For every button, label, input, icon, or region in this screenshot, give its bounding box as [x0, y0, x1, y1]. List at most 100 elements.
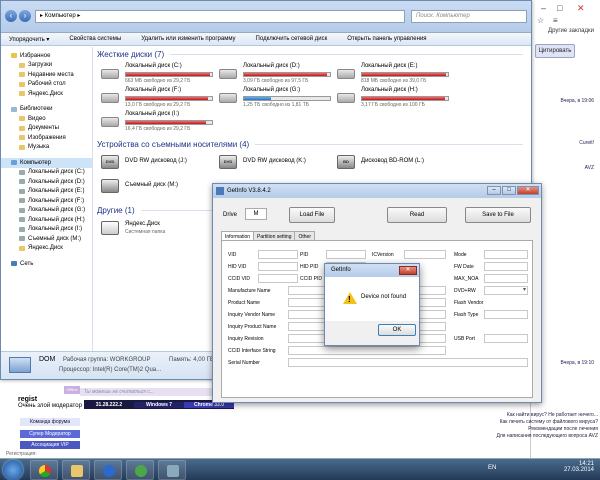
list-item[interactable]: Как лечить систему от файлового вируса? [420, 419, 598, 426]
field-label: Flash Vendor [454, 300, 484, 306]
hid-vid-field[interactable] [258, 262, 298, 271]
nav-item-label: Изображения [28, 134, 66, 141]
nav-item[interactable]: Избранное [1, 51, 92, 61]
usb-port-field[interactable] [484, 334, 528, 343]
minimize-icon[interactable]: – [487, 186, 501, 195]
nav-item-label: Компьютер [20, 159, 52, 166]
nav-item-label: Локальный диск (F:) [28, 197, 85, 204]
quote-button[interactable]: Цитировать [535, 44, 575, 58]
nav-item-label: Видео [28, 115, 46, 122]
search-input[interactable]: Поиск: Компьютер [411, 10, 527, 23]
nav-item[interactable]: Локальный диск (E:) [1, 187, 92, 197]
username[interactable]: regist [18, 396, 37, 403]
device-item[interactable]: DVD DVD RW дисковод (J:) [97, 153, 209, 173]
drive-input[interactable]: M [245, 208, 267, 220]
device-item[interactable]: BD Дисковод BD-ROM (L:) [333, 153, 445, 173]
maximize-icon[interactable]: □ [557, 3, 562, 13]
close-icon[interactable]: ✕ [577, 3, 585, 14]
dvd-rw-select[interactable] [484, 286, 528, 295]
nav-item[interactable]: Компьютер [1, 158, 92, 168]
drive-item[interactable]: Локальный диск (C:) 663 МБ свободно из 29… [97, 63, 213, 85]
nav-item[interactable]: Загрузки [1, 61, 92, 71]
minimize-icon[interactable]: – [541, 3, 546, 13]
drive-item[interactable]: Локальный диск (H:) 3,17 ГБ свободно из 1… [333, 87, 449, 109]
address-bar[interactable]: ▸ Компьютер ▸ [35, 10, 405, 23]
list-item[interactable]: Рекомендации после лечения [420, 426, 598, 433]
nav-item[interactable]: Рабочий стол [1, 80, 92, 90]
maximize-icon[interactable]: □ [502, 186, 516, 195]
nav-item[interactable]: Яндекс.Диск [1, 89, 92, 99]
organize-button[interactable]: Упорядочить ▾ [9, 36, 49, 43]
flash-type-field[interactable] [484, 310, 528, 319]
drive-usage-fill [362, 97, 446, 100]
back-icon[interactable]: ‹ [5, 10, 17, 22]
yandex-disk-item[interactable]: Яндекс.Диск Системная папка [97, 219, 217, 239]
post-link[interactable]: Cureit! [579, 140, 594, 146]
mode-field[interactable] [484, 250, 528, 259]
taskbar-media-player[interactable] [94, 460, 122, 480]
vid-field[interactable] [258, 250, 298, 259]
icversion-field[interactable] [404, 250, 446, 259]
drive-item[interactable]: Локальный диск (D:) 3,09 ГБ свободно из 9… [215, 63, 331, 85]
nav-item[interactable]: Недавние места [1, 70, 92, 80]
drive-item[interactable]: Локальный диск (E:) 818 МБ свободно из 39… [333, 63, 449, 85]
close-icon[interactable]: ✕ [517, 186, 539, 195]
menu-icon[interactable]: ≡ [553, 16, 558, 25]
drive-item[interactable]: Локальный диск (F:) 13,0 ГБ свободно из 2… [97, 87, 213, 109]
drive-free-space: 1,25 ТБ свободно из 1,81 ТБ [243, 102, 310, 108]
list-item[interactable]: Для написания последующего вопроса AVZ [420, 433, 598, 440]
max-noa-field[interactable] [484, 274, 528, 283]
save-to-file-button[interactable]: Save to File [465, 207, 531, 223]
star-icon[interactable]: ☆ [537, 16, 544, 25]
drive-item[interactable]: Локальный диск (I:) 16,4 ГБ свободно из 2… [97, 111, 213, 133]
folder-icon [19, 116, 25, 122]
load-file-button[interactable]: Load File [289, 207, 335, 223]
nav-item[interactable]: Яндекс.Диск [1, 244, 92, 254]
group-removable[interactable]: Устройства со съемными носителями (4) [97, 139, 531, 150]
taskbar-explorer[interactable] [62, 460, 90, 480]
nav-item[interactable]: Съемный диск (M:) [1, 234, 92, 244]
clock[interactable]: 14:21 27.03.2014 [564, 461, 594, 473]
nav-item[interactable]: Видео [1, 114, 92, 124]
nav-item[interactable]: Локальный диск (H:) [1, 215, 92, 225]
nav-item[interactable]: Локальный диск (I:) [1, 225, 92, 235]
fw-date-field[interactable] [484, 262, 528, 271]
device-item[interactable]: DVD DVD RW дисковод (K:) [215, 153, 327, 173]
forward-icon[interactable]: › [19, 10, 31, 22]
nav-item[interactable]: Локальный диск (D:) [1, 177, 92, 187]
nav-item[interactable]: Сеть [1, 259, 92, 269]
uninstall-program-button[interactable]: Удалить или изменить программу [141, 36, 235, 42]
nav-item[interactable]: Локальный диск (F:) [1, 196, 92, 206]
hard-drive-icon [101, 117, 119, 127]
ok-button[interactable]: OK [378, 324, 416, 336]
nav-item[interactable]: Документы [1, 124, 92, 134]
folder-icon [19, 91, 25, 97]
control-panel-button[interactable]: Открыть панель управления [347, 36, 426, 42]
nav-item[interactable]: Музыка [1, 143, 92, 153]
group-hard-drives[interactable]: Жесткие диски (7) [97, 49, 531, 60]
ccid-vid-field[interactable] [258, 274, 298, 283]
device-item[interactable]: Съемный диск (M:) [97, 177, 209, 197]
taskbar-utorrent[interactable] [126, 460, 154, 480]
post-link[interactable]: AVZ [585, 165, 594, 171]
nav-item[interactable]: Локальный диск (G:) [1, 206, 92, 216]
taskbar-chrome[interactable] [30, 460, 58, 480]
map-network-drive-button[interactable]: Подключить сетевой диск [256, 36, 328, 42]
drive-item[interactable]: Локальный диск (G:) 1,25 ТБ свободно из 1… [215, 87, 331, 109]
bookmarks-link[interactable]: Другие закладки [548, 28, 594, 34]
nav-item[interactable]: Локальный диск (C:) [1, 168, 92, 178]
drive-icon [19, 236, 25, 242]
language-indicator[interactable]: EN [488, 465, 496, 471]
field-label: Mode [454, 252, 467, 258]
pid-field[interactable] [326, 250, 366, 259]
taskbar-getinfo[interactable] [158, 460, 186, 480]
close-icon[interactable]: ✕ [399, 266, 417, 275]
ccid-interface-field[interactable] [288, 346, 446, 355]
start-button[interactable] [3, 460, 23, 480]
nav-item[interactable]: Библиотеки [1, 105, 92, 115]
nav-item[interactable]: Изображения [1, 133, 92, 143]
read-button[interactable]: Read [387, 207, 447, 223]
system-properties-button[interactable]: Свойства системы [69, 36, 121, 42]
list-item[interactable]: Как найти вирус? Не работает ничего... [420, 412, 598, 419]
serial-number-field[interactable] [288, 358, 528, 367]
